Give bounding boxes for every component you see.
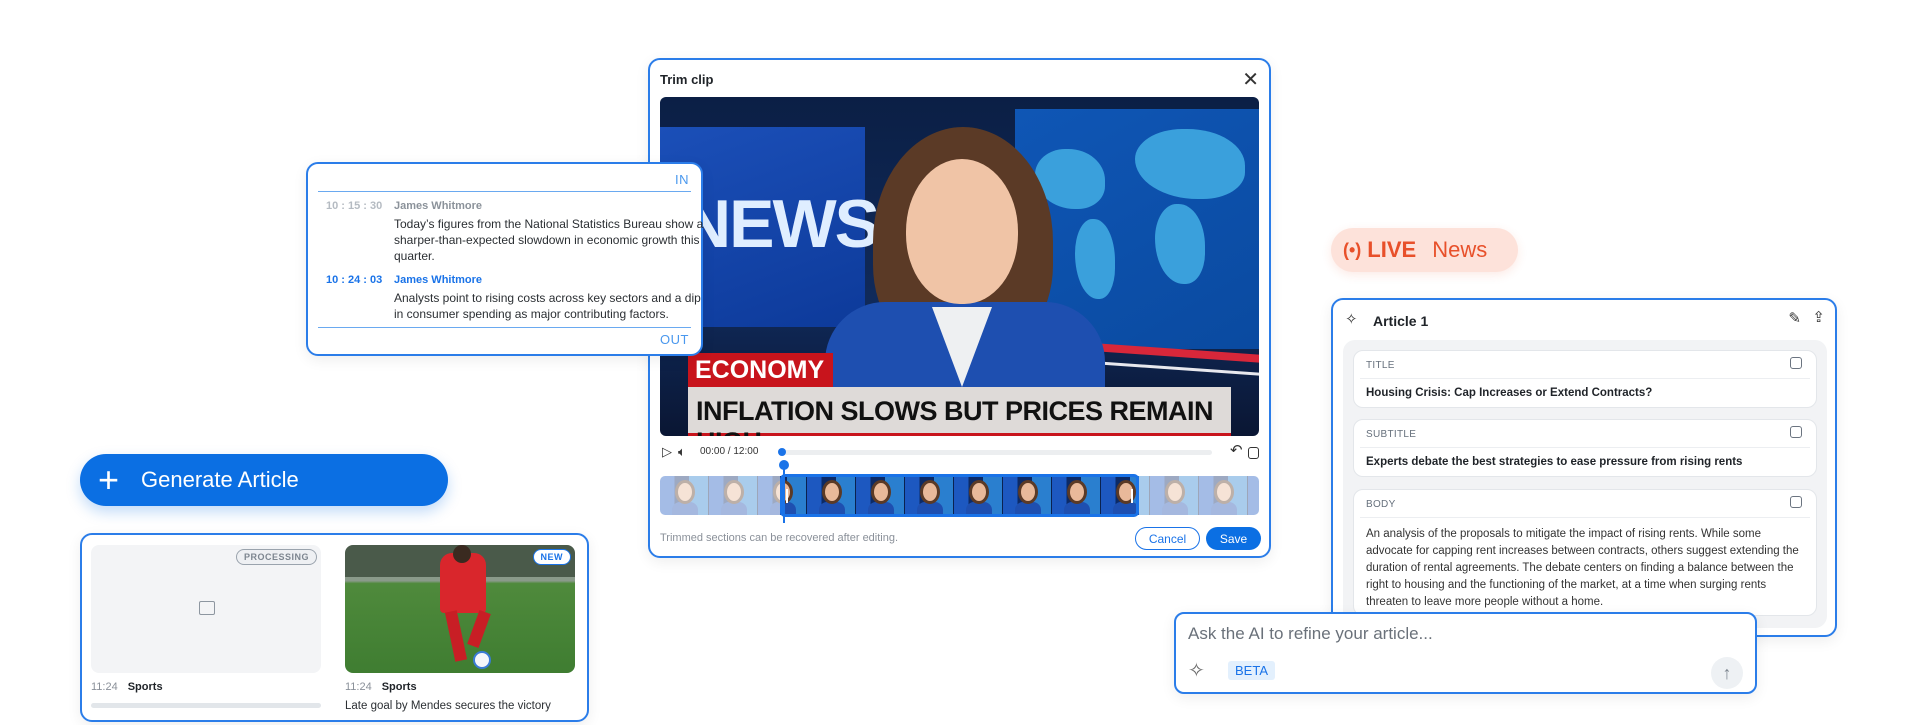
copy-icon[interactable] bbox=[1790, 357, 1802, 369]
snapshot-icon[interactable] bbox=[1248, 447, 1259, 459]
sparkle-icon: ✧ bbox=[1345, 311, 1358, 328]
arrow-up-icon: ↑ bbox=[1722, 662, 1732, 683]
field-body[interactable]: BODY An analysis of the proposals to mit… bbox=[1353, 489, 1817, 616]
transcript-panel: IN 10 : 15 : 30 James Whitmore Today’s f… bbox=[306, 162, 703, 356]
copy-icon[interactable] bbox=[1790, 496, 1802, 508]
ai-refine-input[interactable] bbox=[1188, 624, 1708, 644]
field-value: Experts debate the best strategies to ea… bbox=[1366, 456, 1743, 468]
divider bbox=[1360, 378, 1810, 379]
map-continent bbox=[1075, 219, 1115, 299]
player-leg bbox=[444, 610, 468, 662]
play-icon[interactable]: ▷ bbox=[662, 444, 672, 460]
trim-clip-modal: Trim clip ✕ NEWS ECONOMY INFLATION SLOWS… bbox=[648, 58, 1271, 558]
field-subtitle[interactable]: SUBTITLE Experts debate the best strateg… bbox=[1353, 419, 1817, 477]
entry-speaker: James Whitmore bbox=[394, 274, 483, 286]
article-fields: TITLE Housing Crisis: Cap Increases or E… bbox=[1343, 340, 1827, 628]
trimmed-region-left bbox=[660, 476, 780, 515]
export-icon[interactable]: ⇪ bbox=[1812, 308, 1825, 326]
divider bbox=[1360, 517, 1810, 518]
clip-meta: 11:24 Sports bbox=[345, 681, 417, 693]
ball bbox=[473, 651, 491, 669]
trim-handle-end[interactable] bbox=[1131, 489, 1134, 503]
plus-icon: + bbox=[98, 459, 120, 500]
clip-thumbnail-processing[interactable]: PROCESSING bbox=[91, 545, 321, 673]
video-player[interactable]: NEWS ECONOMY INFLATION SLOWS BUT PRICES … bbox=[660, 97, 1259, 436]
status-badge: NEW bbox=[532, 549, 571, 565]
close-icon[interactable]: ✕ bbox=[1242, 67, 1259, 92]
live-label: LIVE bbox=[1367, 237, 1417, 262]
lower-third-category: ECONOMY bbox=[688, 353, 833, 387]
field-label: SUBTITLE bbox=[1366, 429, 1417, 440]
in-marker[interactable]: IN bbox=[675, 172, 689, 187]
field-value: An analysis of the proposals to mitigate… bbox=[1366, 528, 1799, 608]
clip-caption: Late goal by Mendes secures the victory bbox=[345, 700, 551, 712]
article-title: Article 1 bbox=[1373, 313, 1429, 329]
modal-title: Trim clip bbox=[660, 72, 714, 87]
out-line bbox=[318, 327, 691, 328]
sparkle-icon: ✧ bbox=[1188, 660, 1205, 682]
field-label: BODY bbox=[1366, 499, 1396, 510]
film-icon bbox=[199, 601, 215, 615]
ai-refine-box: ✧ BETA ↑ bbox=[1174, 612, 1757, 694]
live-channel: News bbox=[1432, 237, 1488, 262]
player-head bbox=[453, 545, 471, 563]
news-backdrop-text: NEWS bbox=[682, 186, 880, 262]
send-button[interactable]: ↑ bbox=[1711, 657, 1743, 689]
clip-time: 11:24 bbox=[91, 681, 118, 693]
map-continent bbox=[1135, 129, 1245, 199]
playhead[interactable] bbox=[778, 460, 789, 523]
broadcast-icon: (•) bbox=[1343, 239, 1362, 260]
lower-third-headline: INFLATION SLOWS BUT PRICES REMAIN HIGH bbox=[688, 387, 1231, 436]
clip-meta: 11:24 Sports bbox=[91, 681, 163, 693]
cancel-button[interactable]: Cancel bbox=[1135, 527, 1200, 550]
volume-icon[interactable]: 🔈︎ bbox=[678, 444, 686, 460]
progress-knob[interactable] bbox=[778, 448, 786, 456]
beta-badge: BETA bbox=[1228, 661, 1275, 680]
clip-category: Sports bbox=[127, 681, 163, 693]
field-value: Housing Crisis: Cap Increases or Extend … bbox=[1366, 387, 1653, 399]
field-label: TITLE bbox=[1366, 360, 1395, 371]
status-badge: PROCESSING bbox=[235, 549, 317, 565]
processing-progress-bar bbox=[91, 703, 321, 708]
entry-text: Analysts point to rising costs across ke… bbox=[394, 291, 701, 321]
save-button[interactable]: Save bbox=[1206, 527, 1261, 550]
map-continent bbox=[1155, 204, 1205, 284]
entry-text: Today’s figures from the National Statis… bbox=[394, 217, 704, 263]
copy-icon[interactable] bbox=[1790, 426, 1802, 438]
player-leg bbox=[467, 610, 491, 648]
trimmed-region-right bbox=[1139, 476, 1259, 515]
edit-icon[interactable]: ✎ bbox=[1788, 309, 1801, 327]
entry-time: 10 : 24 : 03 bbox=[326, 274, 383, 286]
generate-label: Generate Article bbox=[141, 467, 299, 492]
out-marker[interactable]: OUT bbox=[660, 332, 689, 347]
divider bbox=[1360, 447, 1810, 448]
clip-category: Sports bbox=[381, 681, 417, 693]
clip-time: 11:24 bbox=[345, 681, 372, 693]
entry-speaker: James Whitmore bbox=[394, 200, 483, 212]
live-badge: (•) LIVE News bbox=[1331, 228, 1518, 272]
time-display: 00:00 / 12:00 bbox=[700, 446, 759, 457]
undo-icon[interactable]: ↶ bbox=[1230, 441, 1243, 459]
trim-note: Trimmed sections can be recovered after … bbox=[660, 532, 899, 544]
clip-thumbnail-soccer[interactable]: NEW bbox=[345, 545, 575, 673]
generate-article-button[interactable]: + Generate Article bbox=[80, 454, 448, 506]
trim-handle-start[interactable] bbox=[785, 489, 788, 503]
entry-time: 10 : 15 : 30 bbox=[326, 200, 383, 212]
trim-selection[interactable] bbox=[779, 474, 1140, 517]
field-title[interactable]: TITLE Housing Crisis: Cap Increases or E… bbox=[1353, 350, 1817, 408]
in-line bbox=[318, 191, 691, 192]
article-panel: ✧ Article 1 ✎ ⇪ TITLE Housing Crisis: Ca… bbox=[1331, 298, 1837, 637]
clip-cards-panel: PROCESSING 11:24 Sports NEW 11:24 Sports L… bbox=[80, 533, 589, 722]
anchor-face bbox=[906, 159, 1018, 304]
playback-progress[interactable] bbox=[778, 448, 1212, 456]
